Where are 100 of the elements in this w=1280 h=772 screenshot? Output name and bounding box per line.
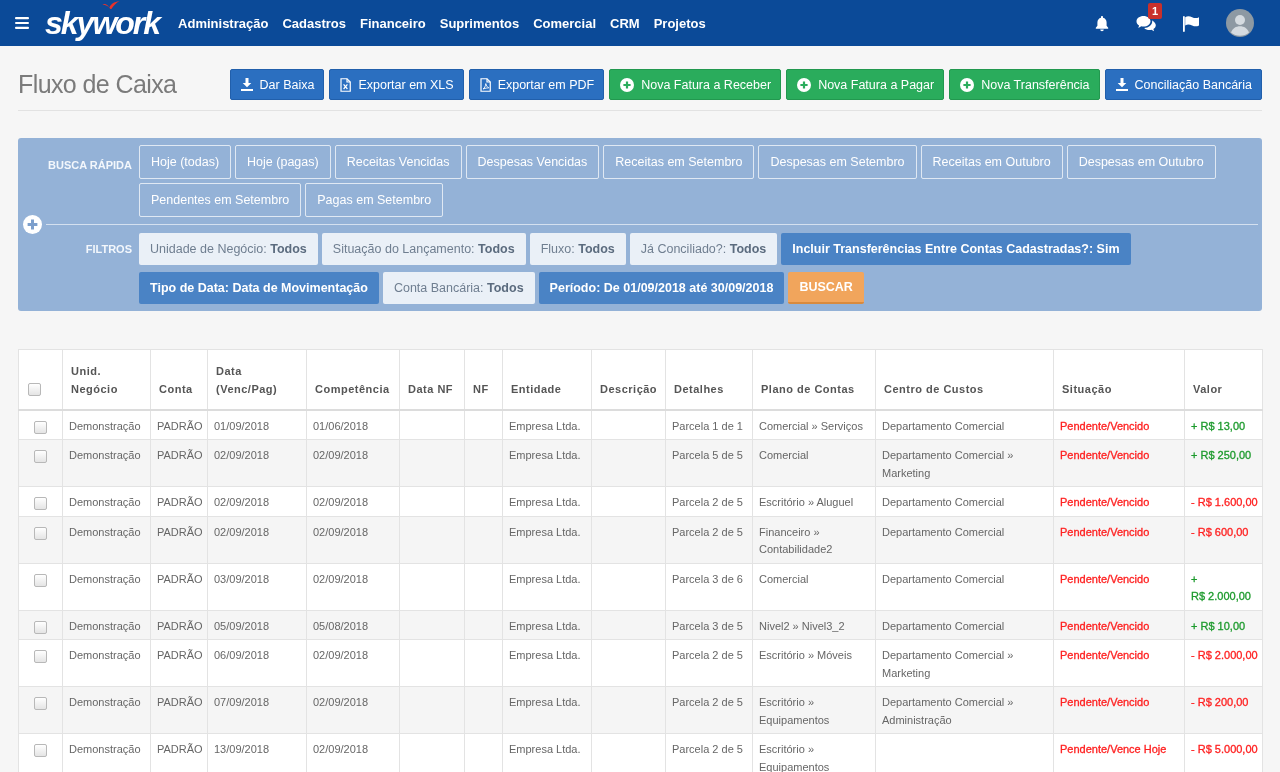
action-button[interactable]: Dar Baixa: [229, 69, 325, 100]
row-checkbox[interactable]: [34, 526, 47, 540]
nav-menu-item[interactable]: Financeiro: [359, 15, 426, 31]
table-cell: PADRÃO: [150, 439, 208, 487]
amount-value: - R$ 200,00: [1191, 696, 1249, 708]
table-cell: Departamento Comercial: [875, 409, 1054, 440]
nav-menu-item[interactable]: Comercial: [533, 15, 597, 31]
filter-chip[interactable]: Situação do Lançamento: Todos: [321, 233, 526, 265]
row-checkbox[interactable]: [34, 744, 47, 757]
table-cell: Escritório » Aluguel: [752, 486, 876, 516]
table-cell: Demonstração: [62, 409, 151, 440]
column-header: Unid. Negócio: [62, 349, 151, 410]
table-cell: PADRÃO: [150, 516, 208, 563]
row-checkbox[interactable]: [34, 420, 47, 434]
flag-icon[interactable]: [1182, 14, 1200, 32]
column-header: Conta: [150, 349, 208, 410]
table-cell: PADRÃO: [150, 610, 208, 640]
table-cell: 02/09/2018: [306, 439, 400, 487]
table-cell: 07/09/2018: [207, 686, 307, 734]
table-cell: Demonstração: [62, 610, 151, 640]
row-checkbox[interactable]: [34, 497, 47, 510]
table-cell: PADRÃO: [150, 486, 208, 516]
table-cell: 02/09/2018: [207, 486, 307, 516]
status-label: Pendente/Vencido: [1060, 696, 1150, 708]
plus-circle-icon: [620, 77, 635, 92]
row-checkbox[interactable]: [34, 450, 47, 463]
status-label: Pendente/Vencido: [1060, 572, 1150, 585]
filter-chip[interactable]: Incluir Transferências Entre Contas Cadastradas?: Sim: [781, 233, 1131, 265]
table-cell: 01/09/2018: [207, 409, 307, 440]
nav-menu-item[interactable]: Administração: [178, 15, 269, 31]
table-cell: Empresa Ltda.: [502, 516, 592, 563]
action-button[interactable]: Exportar em XLS: [329, 69, 464, 100]
table-cell: 02/09/2018: [306, 563, 400, 610]
table-cell: 05/08/2018: [306, 610, 400, 640]
table-cell: Departamento Comercial: [875, 516, 1054, 563]
table-cell: Parcela 2 de 5: [665, 686, 753, 734]
table-cell: Departamento Comercial » Marketing: [875, 439, 1054, 487]
status-label: Pendente/Vencido: [1060, 525, 1150, 538]
filter-chip[interactable]: Período: De 01/09/2018 até 30/09/2018: [538, 272, 785, 304]
table-cell: Departamento Comercial: [875, 610, 1054, 640]
table-cell: Demonstração: [62, 639, 151, 687]
table-cell: Demonstração: [62, 486, 151, 516]
nav-menu-item[interactable]: Cadastros: [282, 15, 346, 31]
column-header: Descrição: [591, 349, 666, 410]
action-button[interactable]: Conciliação Bancária: [1104, 69, 1262, 100]
filter-chip[interactable]: Já Conciliado?: Todos: [629, 233, 778, 265]
table-cell: Departamento Comercial » Administração: [875, 686, 1054, 734]
row-checkbox[interactable]: [34, 573, 47, 587]
action-button[interactable]: Nova Transferência: [949, 69, 1100, 100]
section-label: BUSCA RÁPIDA: [48, 158, 132, 172]
filter-chip[interactable]: Unidade de Negócio: Todos: [139, 233, 318, 265]
nav-menu-item[interactable]: Projetos: [653, 15, 706, 31]
table-cell: Parcela 5 de 5: [665, 439, 753, 487]
table-cell: Empresa Ltda.: [502, 639, 592, 687]
action-button[interactable]: Nova Fatura a Receber: [609, 69, 782, 100]
plus-circle-icon: [960, 77, 975, 92]
table-cell: Empresa Ltda.: [502, 686, 592, 734]
table-cell: 01/06/2018: [306, 409, 400, 440]
action-button[interactable]: Exportar em PDF: [468, 69, 605, 100]
table-cell: 02/09/2018: [207, 516, 307, 563]
table-cell: PADRÃO: [150, 639, 208, 687]
status-label: Pendente/Vencido: [1060, 496, 1150, 508]
table-cell: Escritório » Móveis: [752, 639, 876, 687]
plus-circle-icon: [797, 77, 812, 92]
table-cell: Comercial » Serviços: [752, 409, 876, 440]
user-avatar[interactable]: [1226, 9, 1254, 37]
status-label: Pendente/Vencido: [1060, 449, 1150, 461]
table-cell: Comercial: [752, 563, 876, 610]
select-all-checkbox[interactable]: [28, 382, 41, 396]
column-header: NF: [464, 349, 503, 410]
table-cell: Escritório » Equipamentos: [752, 686, 876, 734]
table-cell: Comercial: [752, 439, 876, 487]
status-label: Pendente/Vencido: [1060, 419, 1150, 432]
bell-icon[interactable]: [1094, 14, 1110, 32]
table-cell: Demonstração: [62, 439, 151, 487]
table-cell: Demonstração: [62, 516, 151, 563]
row-checkbox[interactable]: [34, 650, 47, 663]
filter-chip[interactable]: Tipo de Data: Data de Movimentação: [139, 272, 379, 304]
amount-value: - R$ 600,00: [1191, 525, 1249, 538]
table-cell: 02/09/2018: [306, 516, 400, 563]
amount-value: - R$ 1.600,00: [1191, 496, 1258, 508]
chat-icon[interactable]: [1136, 14, 1156, 32]
column-header: Centro de Custos: [875, 349, 1054, 410]
row-checkbox[interactable]: [34, 697, 47, 710]
plus-circle-icon[interactable]: [23, 215, 42, 234]
download-icon: [240, 78, 253, 91]
column-header: Valor: [1184, 349, 1263, 410]
filter-chip[interactable]: Conta Bancária: Todos: [382, 272, 535, 304]
column-header: Competência: [306, 349, 400, 410]
notification-badge: 1: [1148, 2, 1163, 19]
nav-menu-item[interactable]: Suprimentos: [439, 15, 520, 31]
filter-chip[interactable]: Fluxo: Todos: [529, 233, 626, 265]
nav-menu-item[interactable]: CRM: [610, 15, 640, 31]
action-button[interactable]: Nova Fatura a Pagar: [786, 69, 945, 100]
download-icon: [1115, 78, 1128, 91]
column-header: Entidade: [502, 349, 592, 410]
bird-icon: [102, 1, 120, 9]
menu-icon[interactable]: [15, 17, 29, 29]
table-cell: Departamento Comercial » Marketing: [875, 639, 1054, 687]
row-checkbox[interactable]: [34, 620, 47, 634]
